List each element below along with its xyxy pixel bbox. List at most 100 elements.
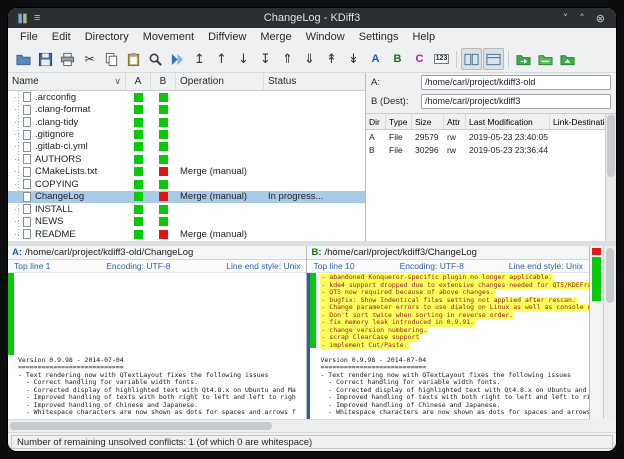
a-path-label: A: — [371, 77, 417, 88]
operation-value: Merge (manual) — [176, 228, 264, 240]
select-line-b-button[interactable]: B — [387, 48, 408, 70]
cut-button[interactable]: ✂ — [79, 48, 100, 70]
column-header-dir[interactable]: Dir — [366, 114, 386, 129]
go-next-delta-button[interactable]: ↓ — [233, 48, 254, 70]
info-panel-scrollbar[interactable] — [606, 114, 616, 241]
toggle-full-view-button[interactable] — [483, 48, 504, 70]
scrollbar-thumb[interactable] — [607, 115, 615, 177]
diff-pane-a: A: /home/carl/project/kdiff3-old/ChangeL… — [8, 246, 307, 419]
column-header-size[interactable]: Size — [412, 114, 444, 129]
minimize-button[interactable]: ˅ — [563, 12, 569, 25]
attr-row-a[interactable]: AFile29579rw2019-05-23 23:40:05 — [366, 130, 605, 144]
column-header-status[interactable]: Status — [264, 73, 365, 90]
operation-value — [176, 103, 264, 115]
pane-a-label: A: — [12, 247, 22, 258]
diff-line — [18, 334, 306, 342]
column-header-operation[interactable]: Operation — [176, 73, 264, 90]
horizontal-scrollbar[interactable] — [8, 419, 591, 432]
attr-row-b[interactable]: BFile30296rw2019-05-23 23:36:44 — [366, 144, 605, 158]
dir-fold-all-button[interactable] — [535, 48, 556, 70]
column-header-b[interactable]: B — [151, 73, 176, 90]
go-current-delta-button[interactable] — [167, 48, 188, 70]
file-row-arcconfig[interactable]: .arcconfig — [8, 91, 365, 103]
file-row-cmakelists-txt[interactable]: CMakeLists.txtMerge (manual) — [8, 166, 365, 178]
copy-icon — [104, 52, 119, 67]
column-header-name[interactable]: Name∨ — [8, 73, 126, 90]
arrow-bar-up-icon: ↥ — [194, 53, 205, 66]
file-row-clang-format[interactable]: .clang-format — [8, 103, 365, 115]
file-row-news[interactable]: NEWS — [8, 215, 365, 227]
menu-window[interactable]: Window — [299, 30, 352, 44]
file-row-changelog[interactable]: ChangeLogMerge (manual)In progress... — [8, 191, 365, 203]
a-path-field[interactable]: /home/carl/project/kdiff3-old — [421, 75, 611, 90]
scrollbar-thumb[interactable] — [10, 422, 272, 430]
select-line-a-button[interactable]: A — [365, 48, 386, 70]
diff-overview-column[interactable] — [590, 246, 604, 419]
menubar: FileEditDirectoryMovementDiffviewMergeWi… — [8, 28, 616, 46]
find-button[interactable] — [145, 48, 166, 70]
menu-diffview[interactable]: Diffview — [201, 30, 253, 44]
column-header-last-modification[interactable]: Last Modification — [466, 114, 550, 129]
select-line-c-button[interactable]: C — [409, 48, 430, 70]
file-row-authors[interactable]: AUTHORS — [8, 153, 365, 165]
diff-line-highlighted: - fix memory leak introduced in 0.9.91. — [320, 319, 589, 327]
vertical-scrollbar[interactable] — [604, 246, 616, 419]
column-header-type[interactable]: Type — [386, 114, 412, 129]
statusbar: Number of remaining unsolved conflicts: … — [8, 432, 616, 451]
file-row-readme[interactable]: READMEMerge (manual) — [8, 228, 365, 240]
file-icon — [23, 154, 31, 164]
go-prev-unsolved-conflict-button[interactable]: ↟ — [321, 48, 342, 70]
identical-status-square — [159, 155, 168, 164]
menu-movement[interactable]: Movement — [136, 30, 201, 44]
menu-help[interactable]: Help — [405, 30, 442, 44]
menu-directory[interactable]: Directory — [78, 30, 136, 44]
go-prev-delta-button[interactable]: ↑ — [211, 48, 232, 70]
go-first-delta-button[interactable]: ↥ — [189, 48, 210, 70]
diff-line-highlighted: - change version numbering. — [320, 327, 589, 335]
print-button[interactable] — [57, 48, 78, 70]
close-button[interactable]: ⊗ — [596, 12, 605, 25]
file-row-clang-tidy[interactable]: .clang-tidy — [8, 116, 365, 128]
operation-value: Merge (manual) — [176, 166, 264, 178]
column-header-a[interactable]: A — [126, 73, 151, 90]
b-path-field[interactable]: /home/carl/project/kdiff3 — [421, 94, 611, 109]
window-menu-icon[interactable]: ≡ — [34, 13, 40, 24]
menu-settings[interactable]: Settings — [352, 30, 406, 44]
go-prev-conflict-button[interactable]: ⇑ — [277, 48, 298, 70]
file-row-gitlab-ci-yml[interactable]: .gitlab-ci.yml — [8, 141, 365, 153]
file-row-copying[interactable]: COPYING — [8, 178, 365, 190]
go-last-delta-button[interactable]: ↧ — [255, 48, 276, 70]
dir-compare-button[interactable] — [557, 48, 578, 70]
titlebar[interactable]: ≡ ChangeLog - KDiff3 ˅ ˄ ⊗ — [8, 8, 616, 28]
dir-sync-icon — [560, 52, 575, 67]
maximize-button[interactable]: ˄ — [579, 12, 585, 25]
column-header-attr[interactable]: Attr — [444, 114, 466, 129]
open-button[interactable] — [13, 48, 34, 70]
copy-button[interactable] — [101, 48, 122, 70]
save-button[interactable] — [35, 48, 56, 70]
show-white-space-button[interactable]: 123 — [431, 48, 452, 70]
pane-a-text[interactable]: Version 0.9.98 - 2014-07-04=============… — [8, 273, 306, 419]
menu-merge[interactable]: Merge — [253, 30, 298, 44]
operation-value — [176, 91, 264, 103]
toggle-split-view-button[interactable] — [461, 48, 482, 70]
view-full-icon — [486, 52, 501, 67]
file-icon — [23, 167, 31, 177]
tree-branch-line — [15, 109, 21, 110]
file-row-install[interactable]: INSTALL — [8, 203, 365, 215]
paste-button[interactable] — [123, 48, 144, 70]
pane-a-line-end: Line end style: Unix — [226, 261, 300, 271]
column-header-link-destination[interactable]: Link-Destination — [550, 114, 605, 129]
file-row-gitignore[interactable]: .gitignore — [8, 128, 365, 140]
go-next-unsolved-conflict-button[interactable]: ↡ — [343, 48, 364, 70]
identical-status-square — [134, 167, 143, 176]
pane-b-text[interactable]: - abandoned Konqueror-specific plugin no… — [307, 273, 589, 419]
dir-do-merge-button[interactable] — [513, 48, 534, 70]
scrollbar-thumb[interactable] — [606, 248, 614, 303]
menu-file[interactable]: File — [13, 30, 45, 44]
go-next-conflict-button[interactable]: ⇓ — [299, 48, 320, 70]
pane-b-diff-strip — [310, 273, 316, 419]
letter-b-icon: B — [394, 53, 402, 65]
arrow-up-icon: ↑ — [216, 53, 227, 66]
menu-edit[interactable]: Edit — [45, 30, 78, 44]
